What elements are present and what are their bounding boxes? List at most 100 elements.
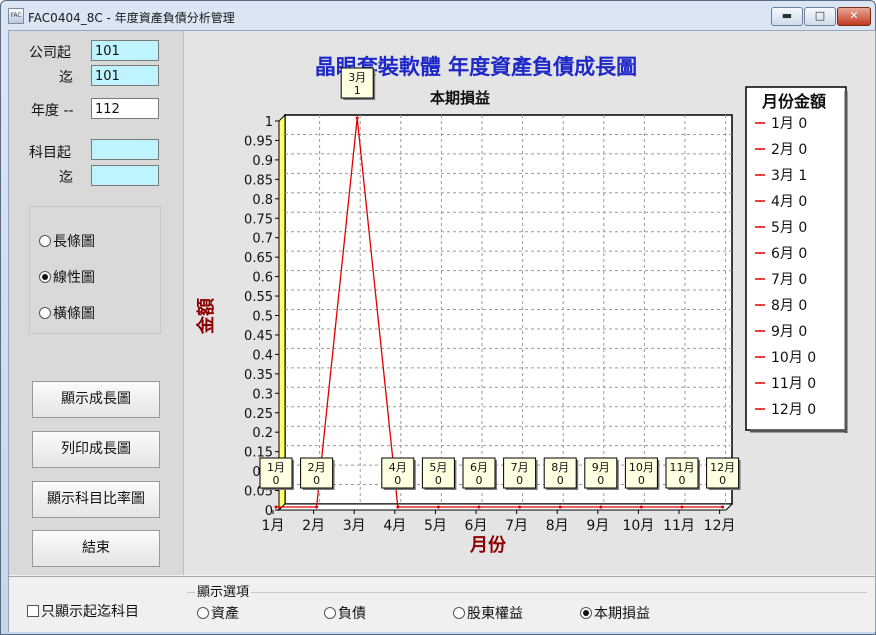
legend-item: 12月 0: [771, 402, 816, 418]
data-label-month: 2月: [308, 461, 326, 474]
x-tick-label: 6月: [465, 518, 488, 534]
minimize-button[interactable]: ▬: [771, 7, 803, 26]
line-chart-radio[interactable]: 線性圖: [39, 267, 95, 287]
subject-to-input[interactable]: [91, 165, 159, 186]
data-point: [274, 505, 278, 509]
x-tick-label: 9月: [586, 518, 609, 534]
y-tick-label: 0.7: [252, 232, 273, 247]
year-label: 年度 --: [31, 103, 74, 119]
radio-selected-icon: [39, 271, 51, 283]
radio-selected-icon: [580, 607, 592, 619]
subject-to-label: 迄: [59, 170, 73, 186]
legend-item: 6月 0: [771, 246, 807, 262]
company-to-label: 迄: [59, 70, 73, 86]
title-bar[interactable]: FAC FAC0404_8C - 年度資產負債分析管理 ▬ □ ✕: [1, 1, 875, 31]
x-tick-label: 10月: [622, 518, 654, 534]
data-point: [315, 505, 319, 509]
data-point: [477, 505, 481, 509]
y-tick-label: 0.65: [244, 251, 273, 266]
data-label-value: 0: [638, 474, 645, 487]
y-tick-label: 0.35: [244, 368, 273, 383]
data-label-value: 0: [679, 474, 686, 487]
y-axis-title: 金額: [195, 298, 217, 335]
option-assets-radio[interactable]: 資產: [197, 603, 239, 623]
company-from-input[interactable]: 101: [91, 40, 159, 61]
data-label-month: 10月: [629, 461, 654, 474]
x-tick-label: 7月: [505, 518, 528, 534]
legend-title: 月份金額: [761, 92, 826, 111]
y-tick-label: 0.4: [252, 348, 273, 363]
application-window: FAC FAC0404_8C - 年度資產負債分析管理 ▬ □ ✕ 公司起 10…: [0, 0, 876, 635]
subject-from-input[interactable]: [91, 139, 159, 160]
data-label-value: 0: [313, 474, 320, 487]
data-point: [436, 505, 440, 509]
display-options-title: 顯示選項: [195, 581, 252, 600]
exit-button[interactable]: 結束: [32, 530, 160, 567]
radio-icon: [39, 307, 51, 319]
option-liabilities-radio[interactable]: 負債: [324, 603, 366, 623]
data-label-month: 12月: [710, 461, 735, 474]
y-tick-label: 0.45: [244, 329, 273, 344]
y-tick-label: 0.75: [244, 212, 273, 227]
checkbox-icon: [27, 605, 39, 617]
window-title: FAC0404_8C - 年度資產負債分析管理: [28, 11, 235, 25]
option-equity-radio[interactable]: 股東權益: [453, 603, 523, 623]
x-tick-label: 8月: [546, 518, 569, 534]
x-tick-label: 5月: [424, 518, 447, 534]
x-axis-title: 月份: [469, 534, 507, 556]
show-growth-button[interactable]: 顯示成長圖: [32, 381, 160, 418]
data-label-month: 3月: [348, 71, 366, 84]
close-icon: ✕: [849, 9, 859, 22]
y-tick-label: 0.2: [252, 426, 273, 441]
data-label-month: 11月: [670, 461, 695, 474]
data-point: [599, 505, 603, 509]
x-tick-label: 2月: [302, 518, 325, 534]
x-tick-label: 3月: [343, 518, 366, 534]
company-from-label: 公司起: [29, 45, 71, 61]
only-range-checkbox[interactable]: 只顯示起迄科目: [27, 601, 139, 621]
option-net-income-radio[interactable]: 本期損益: [580, 603, 650, 623]
radio-icon: [39, 235, 51, 247]
radio-icon: [324, 607, 336, 619]
y-tick-label: 0.55: [244, 290, 273, 305]
data-label-value: 0: [435, 474, 442, 487]
legend-item: 10月 0: [771, 350, 816, 366]
data-label-value: 0: [394, 474, 401, 487]
display-options-group: [187, 592, 867, 629]
legend-item: 5月 0: [771, 220, 807, 236]
show-ratio-button[interactable]: 顯示科目比率圖: [32, 481, 160, 518]
data-label-value: 0: [557, 474, 564, 487]
horizontal-bar-radio[interactable]: 橫條圖: [39, 303, 95, 323]
close-button[interactable]: ✕: [837, 7, 871, 26]
company-to-input[interactable]: 101: [91, 65, 159, 86]
data-point: [396, 505, 400, 509]
data-label-month: 6月: [470, 461, 488, 474]
y-tick-label: 0.25: [244, 407, 273, 422]
data-label-month: 9月: [592, 461, 610, 474]
legend-item: 3月 1: [771, 168, 807, 184]
data-point: [518, 505, 522, 509]
legend-item: 8月 0: [771, 298, 807, 314]
legend-item: 2月 0: [771, 142, 807, 158]
maximize-button[interactable]: □: [804, 7, 836, 26]
y-tick-label: 0.6: [252, 271, 273, 286]
y-tick-label: 1: [265, 115, 273, 130]
legend: 月份金額 1月 0 2月 0 3月 1 4月 0 5月 0 6月 0 7月 0 8月 0 9月 …: [745, 86, 848, 433]
data-label-value: 0: [719, 474, 726, 487]
data-label-value: 0: [516, 474, 523, 487]
print-growth-button[interactable]: 列印成長圖: [32, 431, 160, 468]
bar-chart-radio[interactable]: 長條圖: [39, 231, 95, 251]
chart-area: 晶眼套裝軟體 年度資產負債成長圖 本期損益 月份 金額 00.050.10.15…: [184, 31, 875, 575]
data-point: [355, 116, 359, 120]
data-label-month: 4月: [389, 461, 407, 474]
legend-item: 1月 0: [771, 116, 807, 132]
data-point: [558, 505, 562, 509]
radio-icon: [197, 607, 209, 619]
legend-item: 4月 0: [771, 194, 807, 210]
x-tick-label: 11月: [663, 518, 695, 534]
data-label-value: 0: [597, 474, 604, 487]
y-tick-label: 0.85: [244, 173, 273, 188]
y-tick-label: 0: [265, 504, 273, 519]
client-area: 公司起 101 迄 101 年度 -- 112 科目起 迄 長條圖 線性圖 橫條…: [8, 30, 876, 632]
year-input[interactable]: 112: [91, 98, 159, 119]
